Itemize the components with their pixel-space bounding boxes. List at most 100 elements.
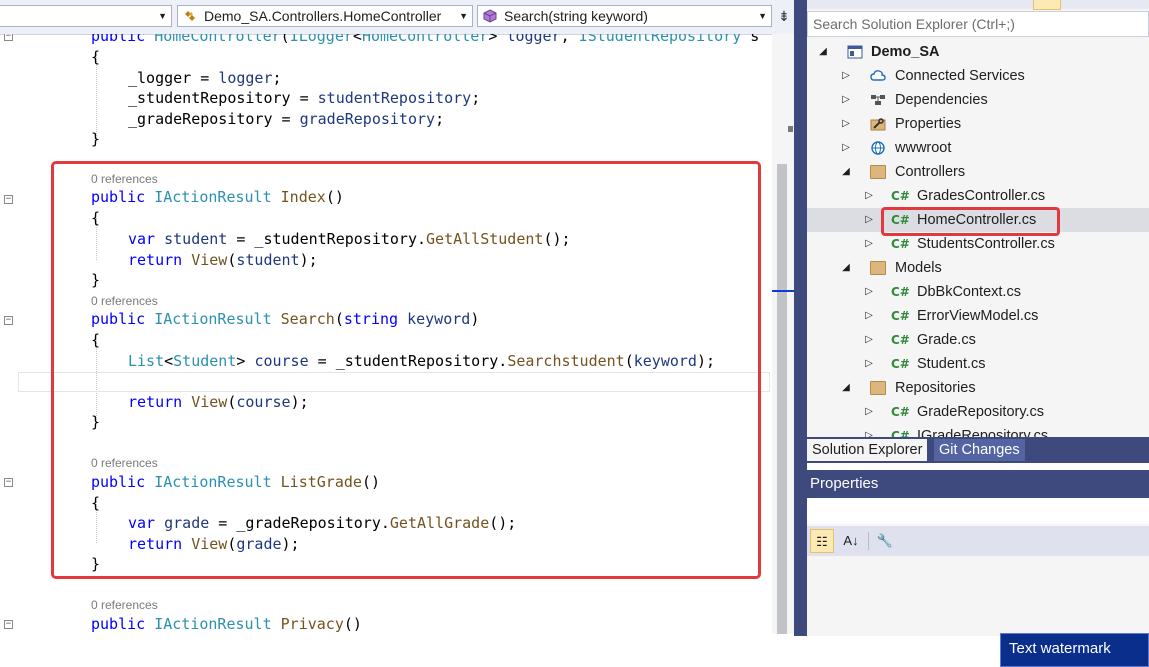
collapse-toggle[interactable]: − <box>4 620 13 629</box>
scrollbar-thumb[interactable] <box>777 164 787 634</box>
expanded-arrow-icon[interactable]: ◢ <box>841 256 851 280</box>
collapsed-arrow-icon[interactable]: ▷ <box>864 304 874 328</box>
property-pages-icon[interactable]: 🔧 <box>873 529 897 553</box>
csharp-file-icon: C# <box>891 189 910 203</box>
tab-git-changes[interactable]: Git Changes <box>934 439 1025 461</box>
code-token: _gradeRepository = <box>128 110 300 128</box>
csharp-file-icon: C# <box>891 405 910 419</box>
collapsed-arrow-icon[interactable]: ▷ <box>841 112 851 136</box>
editor-vertical-scrollbar[interactable] <box>772 34 794 634</box>
expanded-arrow-icon[interactable]: ◢ <box>818 40 828 64</box>
collapse-toggle[interactable]: − <box>4 34 13 41</box>
collapsed-arrow-icon[interactable]: ▷ <box>841 64 851 88</box>
chevron-down-icon: ▼ <box>758 11 767 21</box>
code-token: { <box>91 48 101 66</box>
collapsed-arrow-icon[interactable]: ▷ <box>864 352 874 376</box>
tree-item-graderepository[interactable]: ▷ C# GradeRepository.cs <box>807 400 1149 424</box>
member-dropdown-label: Search(string keyword) <box>504 8 648 24</box>
categorized-view-button[interactable]: ☷ <box>810 529 834 553</box>
collapse-toggle[interactable]: − <box>4 316 13 325</box>
code-editor[interactable]: ▼ Demo_SA.Controllers.HomeController ▼ S… <box>0 0 794 667</box>
collapsed-arrow-icon[interactable]: ▷ <box>864 232 874 256</box>
collapsed-arrow-icon[interactable]: ▷ <box>864 328 874 352</box>
annotation-highlight-box <box>51 161 761 579</box>
code-token: () <box>343 615 362 633</box>
tree-item-errorviewmodel[interactable]: ▷ C# ErrorViewModel.cs <box>807 304 1149 328</box>
expanded-arrow-icon[interactable]: ◢ <box>841 160 851 184</box>
chevron-down-icon: ▼ <box>459 11 468 21</box>
tree-item-dbbkcontext[interactable]: ▷ C# DbBkContext.cs <box>807 280 1149 304</box>
tree-item-label: Properties <box>895 116 962 132</box>
collapsed-arrow-icon[interactable]: ▷ <box>864 184 874 208</box>
tree-item-grade[interactable]: ▷ C# Grade.cs <box>807 328 1149 352</box>
alphabetical-sort-button[interactable]: A↓ <box>839 529 863 553</box>
csharp-file-icon: C# <box>891 309 910 323</box>
tree-item-project[interactable]: ◢ Demo_SA <box>807 40 1149 64</box>
tree-item-label: GradeRepository.cs <box>917 404 1045 420</box>
collapse-toggle[interactable]: − <box>4 195 13 204</box>
code-token: ( <box>280 34 290 45</box>
code-token: studentRepository <box>317 89 472 107</box>
tree-item-student[interactable]: ▷ C# Student.cs <box>807 352 1149 376</box>
split-window-button[interactable]: ⇟ <box>776 6 792 26</box>
collapsed-arrow-icon[interactable]: ▷ <box>864 400 874 424</box>
codelens-references[interactable]: 0 references <box>91 597 158 613</box>
code-token: < <box>352 34 362 45</box>
code-token: _logger = <box>128 69 219 87</box>
code-token: IStudentRepository <box>578 34 742 45</box>
toolbar-button[interactable] <box>1033 0 1061 10</box>
collapse-toggle[interactable]: − <box>4 478 13 487</box>
code-token: s <box>741 34 760 45</box>
tree-item-label: ErrorViewModel.cs <box>917 308 1039 324</box>
tree-item-label: Repositories <box>895 380 976 396</box>
tree-item-models-folder[interactable]: ◢ Models <box>807 256 1149 280</box>
collapsed-arrow-icon[interactable]: ▷ <box>864 208 874 232</box>
class-dropdown[interactable]: Demo_SA.Controllers.HomeController ▼ <box>177 5 473 27</box>
csharp-file-icon: C# <box>891 333 910 347</box>
tree-item-properties[interactable]: ▷ Properties <box>807 112 1149 136</box>
toolbar-separator <box>868 532 869 550</box>
member-dropdown[interactable]: Search(string keyword) ▼ <box>477 5 772 27</box>
code-token: logger <box>506 34 561 45</box>
code-token: , <box>560 34 579 45</box>
solution-explorer-search-input[interactable]: Search Solution Explorer (Ctrl+;) <box>807 11 1149 37</box>
tree-item-label: GradesController.cs <box>917 188 1046 204</box>
properties-panel-title: Properties <box>807 470 1149 498</box>
code-line: { <box>91 47 772 68</box>
editor-navigation-bar: ▼ Demo_SA.Controllers.HomeController ▼ S… <box>0 0 794 35</box>
csharp-file-icon: C# <box>891 429 910 437</box>
code-token: ILogger <box>289 34 353 45</box>
properties-toolbar: ☷ A↓ 🔧 <box>807 526 1149 556</box>
method-icon <box>483 9 497 23</box>
panel-splitter[interactable] <box>794 0 807 636</box>
collapsed-arrow-icon[interactable]: ▷ <box>841 88 851 112</box>
tree-item-wwwroot[interactable]: ▷ wwwroot <box>807 136 1149 160</box>
collapsed-arrow-icon[interactable]: ▷ <box>864 424 874 437</box>
tree-item-label: Controllers <box>895 164 966 180</box>
scroll-marker <box>788 126 793 132</box>
tab-solution-explorer[interactable]: Solution Explorer <box>807 439 928 461</box>
tree-item-igraderepository[interactable]: ▷ C# IGradeRepository.cs <box>807 424 1149 437</box>
chevron-down-icon: ▼ <box>158 11 167 21</box>
tree-item-connected-services[interactable]: ▷ Connected Services <box>807 64 1149 88</box>
tree-item-repositories-folder[interactable]: ◢ Repositories <box>807 376 1149 400</box>
tree-item-label: Student.cs <box>917 356 986 372</box>
collapsed-arrow-icon[interactable]: ▷ <box>864 280 874 304</box>
code-token: Privacy <box>280 615 344 633</box>
expanded-arrow-icon[interactable]: ◢ <box>841 376 851 400</box>
code-token: public <box>91 615 155 633</box>
code-line: } <box>91 129 772 150</box>
project-context-dropdown[interactable]: ▼ <box>0 5 172 27</box>
code-token: public <box>91 34 155 45</box>
folder-icon <box>870 165 886 179</box>
csharp-file-icon: C# <box>891 357 910 371</box>
class-dropdown-label: Demo_SA.Controllers.HomeController <box>204 8 442 24</box>
code-token: > <box>488 34 507 45</box>
tree-item-dependencies[interactable]: ▷ Dependencies <box>807 88 1149 112</box>
tree-item-label: Connected Services <box>895 68 1025 84</box>
properties-object-selector[interactable] <box>807 498 1149 524</box>
collapsed-arrow-icon[interactable]: ▷ <box>841 136 851 160</box>
tree-item-controllers-folder[interactable]: ◢ Controllers <box>807 160 1149 184</box>
tree-item-label: DbBkContext.cs <box>917 284 1021 300</box>
tree-item-gradescontroller[interactable]: ▷ C# GradesController.cs <box>807 184 1149 208</box>
